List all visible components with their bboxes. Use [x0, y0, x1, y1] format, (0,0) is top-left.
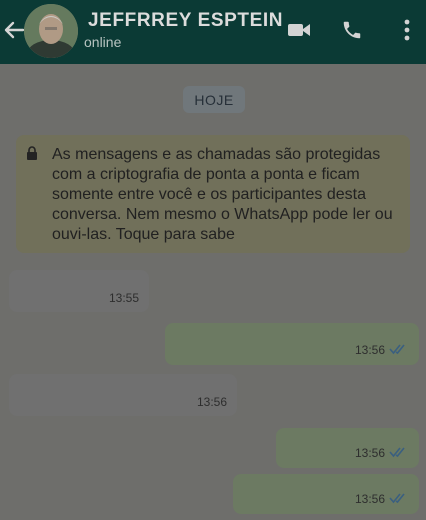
message-time: 13:56	[354, 446, 385, 460]
double-check-icon	[389, 447, 405, 458]
message-time: 13:55	[108, 291, 139, 305]
message-bubble-outgoing[interactable]: 13:56	[165, 323, 419, 365]
encryption-notice[interactable]: As mensagens e as chamadas são protegida…	[16, 135, 410, 253]
double-check-icon	[389, 344, 405, 355]
encryption-notice-text: As mensagens e as chamadas são protegida…	[52, 146, 393, 243]
message-bubble-incoming[interactable]: 13:56	[9, 374, 237, 416]
message-time: 13:56	[354, 343, 385, 357]
date-separator: HOJE	[183, 86, 245, 113]
lock-icon	[27, 146, 37, 160]
message-bubble-outgoing[interactable]: 13:56	[276, 428, 419, 468]
message-bubble-incoming[interactable]: 13:55	[9, 270, 149, 312]
message-time: 13:56	[354, 492, 385, 506]
double-check-icon	[389, 493, 405, 504]
message-bubble-outgoing[interactable]: 13:56	[233, 474, 419, 514]
message-time: 13:56	[196, 395, 227, 409]
